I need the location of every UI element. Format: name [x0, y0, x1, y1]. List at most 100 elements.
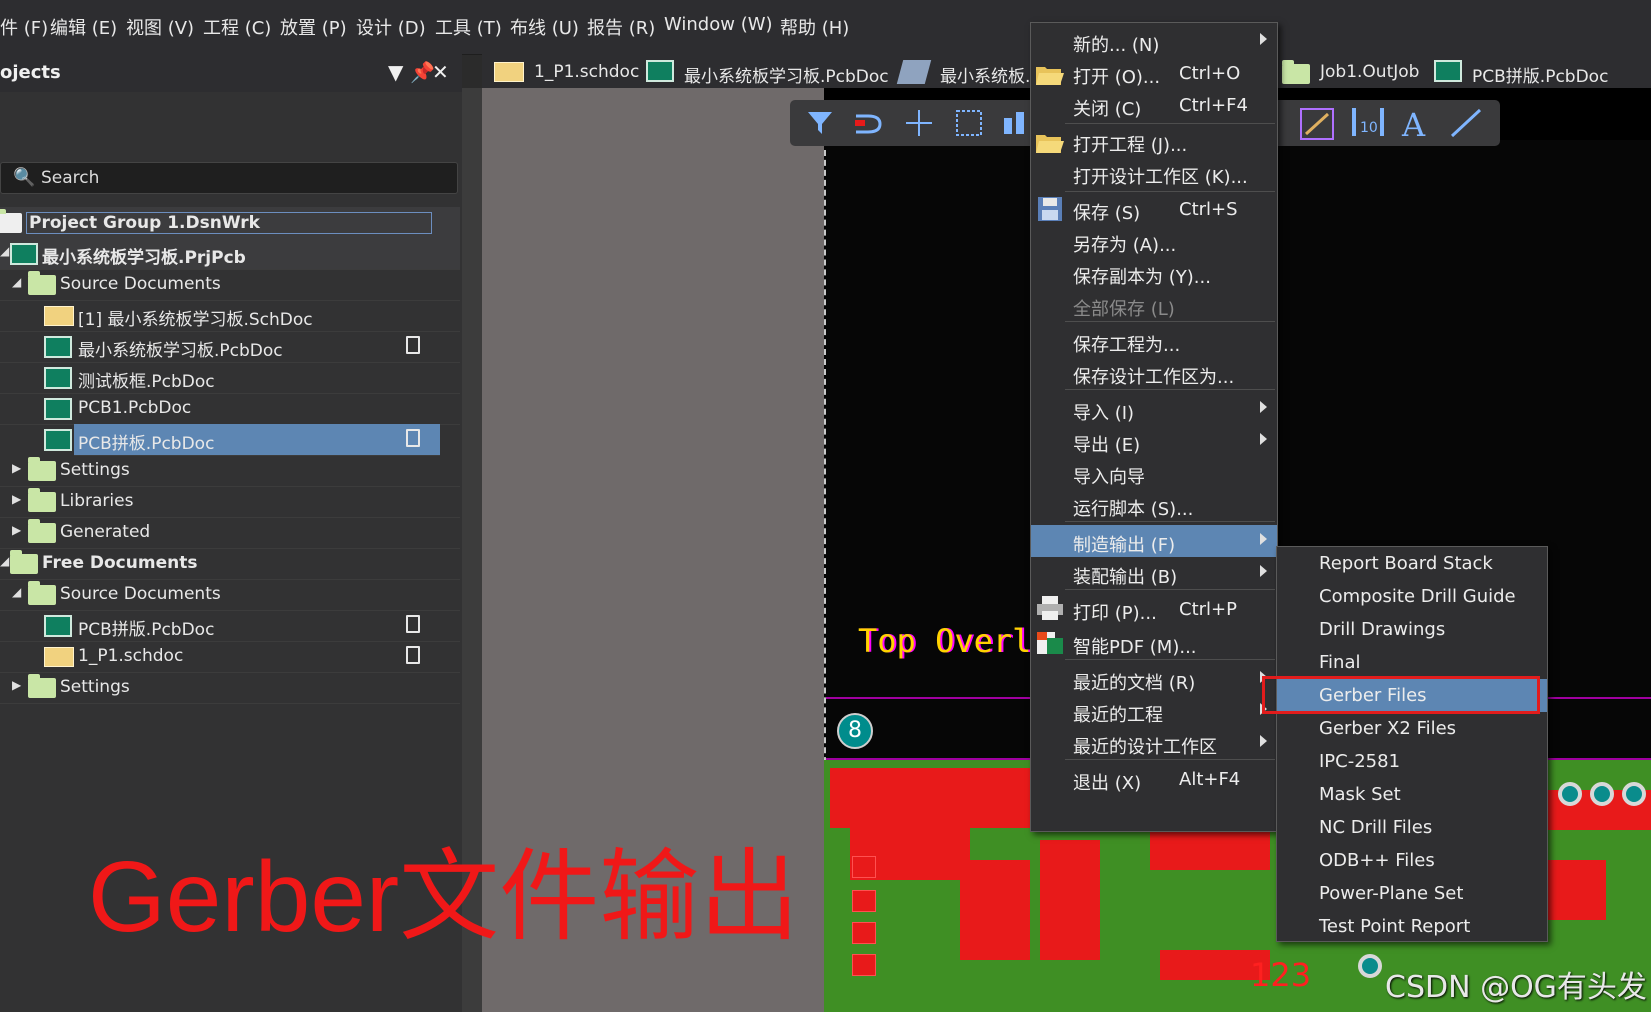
- menu-tools[interactable]: 工具 (T): [435, 14, 502, 40]
- file-menu-open[interactable]: 打开 (O)... Ctrl+O: [1031, 57, 1277, 89]
- file-menu-import[interactable]: 导入 (I): [1031, 393, 1277, 425]
- align-icon[interactable]: [1000, 110, 1030, 138]
- tree-item-free-pcb-panel[interactable]: PCB拼版.PcbDoc: [0, 610, 460, 642]
- submenu-gerber-x2-files[interactable]: Gerber X2 Files: [1277, 712, 1547, 745]
- submenu-final[interactable]: Final: [1277, 646, 1547, 679]
- file-menu-run-script[interactable]: 运行脚本 (S)...: [1031, 489, 1277, 521]
- menu-place[interactable]: 放置 (P): [280, 14, 347, 40]
- expand-arrow-icon[interactable]: ▶: [12, 678, 21, 692]
- file-menu-save-copy[interactable]: 保存副本为 (Y)...: [1031, 257, 1277, 289]
- tree-item-generated[interactable]: ▶ Generated: [0, 517, 460, 549]
- document-status-icon: [406, 336, 420, 354]
- menu-edit[interactable]: 编辑 (E): [50, 14, 117, 40]
- tab-1p1-schdoc[interactable]: 1_P1.schdoc: [534, 62, 639, 82]
- filter-icon[interactable]: [806, 110, 834, 136]
- menu-help[interactable]: 帮助 (H): [780, 14, 849, 40]
- tree-item-test-frame[interactable]: 测试板框.PcbDoc: [0, 362, 460, 394]
- tree-item-free-documents[interactable]: ◢ Free Documents: [0, 548, 460, 580]
- tree-item-source-documents[interactable]: ◢ Source Documents: [0, 269, 460, 301]
- file-menu-save-project-as[interactable]: 保存工程为...: [1031, 325, 1277, 357]
- submenu-test-point-report[interactable]: Test Point Report: [1277, 910, 1547, 943]
- submenu-nc-drill-files[interactable]: NC Drill Files: [1277, 811, 1547, 844]
- file-menu-recent-documents[interactable]: 最近的文档 (R): [1031, 663, 1277, 695]
- menu-view[interactable]: 视图 (V): [126, 14, 194, 40]
- file-menu-exit[interactable]: 退出 (X) Alt+F4: [1031, 763, 1277, 795]
- tree-item-pcb1[interactable]: PCB1.PcbDoc: [0, 393, 460, 425]
- folder-icon: [28, 457, 56, 481]
- menu-item-label: Gerber X2 Files: [1319, 718, 1457, 739]
- collapse-arrow-icon[interactable]: ◢: [0, 244, 9, 258]
- panel-menu-icon[interactable]: ▼: [388, 60, 403, 84]
- string-text-icon[interactable]: A: [1400, 106, 1432, 140]
- menu-reports[interactable]: 报告 (R): [587, 14, 655, 40]
- file-menu-smart-pdf[interactable]: 智能PDF (M)...: [1031, 627, 1277, 659]
- file-menu-open-project[interactable]: 打开工程 (J)...: [1031, 125, 1277, 157]
- expand-arrow-icon[interactable]: ▶: [12, 523, 21, 537]
- line-icon[interactable]: [1450, 108, 1482, 138]
- file-menu-new[interactable]: 新的... (N): [1031, 25, 1277, 57]
- menu-window[interactable]: Window (W): [664, 14, 773, 35]
- tree-item-project-group[interactable]: Project Group 1.DsnWrk: [0, 207, 460, 239]
- tree-item-settings[interactable]: ▶ Settings: [0, 455, 460, 487]
- tree-item-pcb-panel-selected[interactable]: PCB拼板.PcbDoc: [74, 424, 440, 456]
- collapse-arrow-icon[interactable]: ◢: [0, 554, 9, 568]
- panel-close-icon[interactable]: ✕: [432, 60, 449, 84]
- file-menu-recent-projects[interactable]: 最近的工程: [1031, 695, 1277, 727]
- collapse-arrow-icon[interactable]: ◢: [12, 275, 21, 289]
- tree-item-prjpcb[interactable]: ◢ 最小系统板学习板.PrjPcb: [0, 238, 460, 270]
- save-icon: [1038, 197, 1062, 221]
- move-cross-icon[interactable]: [904, 108, 934, 138]
- select-rectangle-icon[interactable]: [954, 108, 984, 138]
- menu-file[interactable]: 件 (F): [0, 14, 48, 40]
- menu-separator: [1065, 123, 1275, 124]
- tab-min-system[interactable]: 最小系统板.: [940, 62, 1030, 87]
- route-icon[interactable]: [854, 110, 884, 136]
- submenu-composite-drill-guide[interactable]: Composite Drill Guide: [1277, 580, 1547, 613]
- menu-design[interactable]: 设计 (D): [356, 14, 426, 40]
- submenu-power-plane-set[interactable]: Power-Plane Set: [1277, 877, 1547, 910]
- tree-item-pcbdoc-main[interactable]: 最小系统板学习板.PcbDoc: [0, 331, 460, 363]
- submenu-drill-drawings[interactable]: Drill Drawings: [1277, 613, 1547, 646]
- menu-item-label: 最近的文档 (R): [1073, 673, 1196, 694]
- expand-arrow-icon[interactable]: ▶: [12, 461, 21, 475]
- pcb-pad: [852, 922, 876, 944]
- file-menu-close[interactable]: 关闭 (C) Ctrl+F4: [1031, 89, 1277, 121]
- menu-item-label: 关闭 (C): [1073, 99, 1142, 120]
- file-menu-print[interactable]: 打印 (P)... Ctrl+P: [1031, 593, 1277, 625]
- via: [1558, 782, 1582, 806]
- file-menu-export[interactable]: 导出 (E): [1031, 425, 1277, 457]
- menu-item-shortcut: Ctrl+S: [1179, 199, 1238, 220]
- submenu-mask-set[interactable]: Mask Set: [1277, 778, 1547, 811]
- submenu-odb-files[interactable]: ODB++ Files: [1277, 844, 1547, 877]
- file-menu-save-workspace-as[interactable]: 保存设计工作区为...: [1031, 357, 1277, 389]
- tree-item-free-source-documents[interactable]: ◢ Source Documents: [0, 579, 460, 611]
- folder-icon: [28, 581, 56, 605]
- menu-route[interactable]: 布线 (U): [510, 14, 579, 40]
- tab-pcb-panel[interactable]: PCB拼版.PcbDoc: [1472, 62, 1608, 87]
- dimension-icon[interactable]: 10: [1350, 106, 1386, 140]
- search-input[interactable]: Search: [41, 168, 99, 188]
- submenu-ipc-2581[interactable]: IPC-2581: [1277, 745, 1547, 778]
- tree-item-libraries[interactable]: ▶ Libraries: [0, 486, 460, 518]
- submenu-report-board-stack[interactable]: Report Board Stack: [1277, 547, 1547, 580]
- file-menu-assembly-outputs[interactable]: 装配输出 (B): [1031, 557, 1277, 589]
- menu-project[interactable]: 工程 (C): [203, 14, 271, 40]
- tree-item-free-settings[interactable]: ▶ Settings: [0, 672, 460, 704]
- file-menu-import-wizard[interactable]: 导入向导: [1031, 457, 1277, 489]
- tree-item-label: PCB1.PcbDoc: [78, 398, 192, 418]
- expand-arrow-icon[interactable]: ▶: [12, 492, 21, 506]
- file-menu-recent-workspaces[interactable]: 最近的设计工作区: [1031, 727, 1277, 759]
- file-menu-open-workspace[interactable]: 打开设计工作区 (K)...: [1031, 157, 1277, 189]
- tree-item-schdoc[interactable]: [1] 最小系统板学习板.SchDoc: [0, 300, 460, 332]
- projects-search[interactable]: 🔍 Search: [0, 162, 458, 194]
- interactive-route-icon[interactable]: [1300, 108, 1334, 140]
- file-menu-save[interactable]: 保存 (S) Ctrl+S: [1031, 193, 1277, 225]
- tab-job1-outjob[interactable]: Job1.OutJob: [1320, 62, 1419, 82]
- collapse-arrow-icon[interactable]: ◢: [12, 585, 21, 599]
- tab-main-pcbdoc[interactable]: 最小系统板学习板.PcbDoc: [684, 62, 889, 87]
- folder-icon: [28, 674, 56, 698]
- pcb-document-icon: [646, 60, 674, 82]
- tree-item-free-schdoc[interactable]: 1_P1.schdoc: [0, 641, 460, 673]
- file-menu-save-as[interactable]: 另存为 (A)...: [1031, 225, 1277, 257]
- file-menu-fabrication-outputs[interactable]: 制造输出 (F): [1031, 525, 1277, 557]
